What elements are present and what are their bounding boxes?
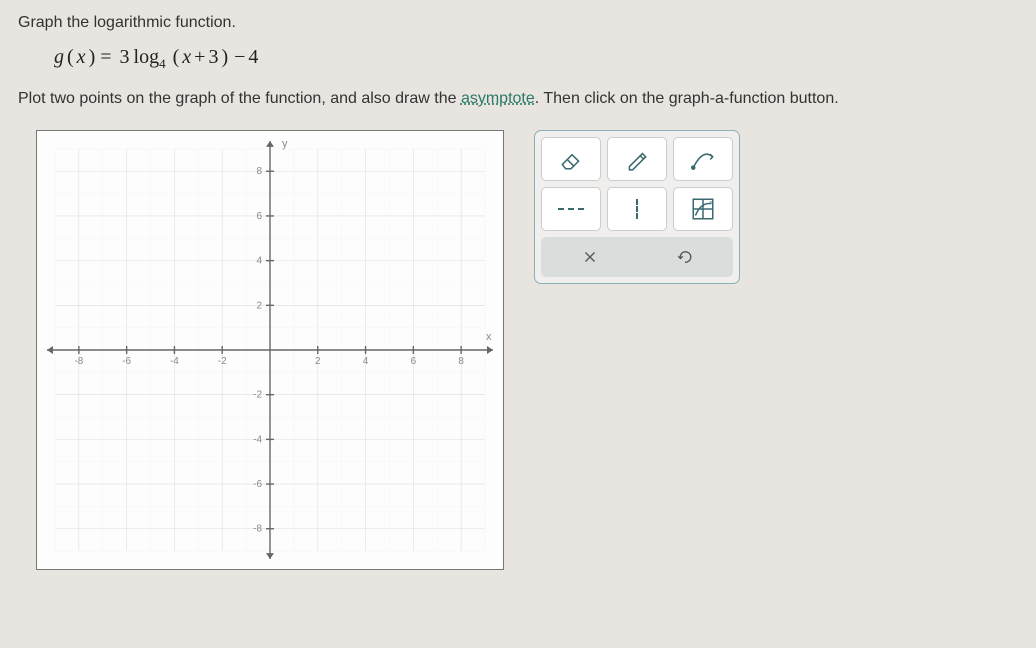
svg-text:-2: -2 bbox=[218, 356, 227, 367]
graph-a-function-button[interactable]: x bbox=[673, 187, 733, 231]
tool-palette: x bbox=[534, 130, 740, 284]
svg-text:2: 2 bbox=[257, 300, 263, 311]
svg-text:-8: -8 bbox=[74, 356, 83, 367]
dashed-horizontal-line-button[interactable] bbox=[541, 187, 601, 231]
dashed-horizontal-icon bbox=[558, 208, 584, 210]
svg-text:-2: -2 bbox=[253, 390, 262, 401]
svg-text:6: 6 bbox=[257, 211, 263, 222]
svg-text:6: 6 bbox=[411, 356, 417, 367]
dashed-vertical-line-button[interactable] bbox=[607, 187, 667, 231]
undo-icon bbox=[676, 248, 694, 266]
svg-text:-4: -4 bbox=[253, 434, 262, 445]
svg-text:-6: -6 bbox=[253, 479, 262, 490]
curve-tool-button[interactable] bbox=[673, 137, 733, 181]
svg-text:8: 8 bbox=[257, 166, 263, 177]
svg-text:2: 2 bbox=[315, 356, 321, 367]
svg-text:8: 8 bbox=[458, 356, 464, 367]
curve-icon bbox=[690, 146, 716, 172]
pencil-tool-button[interactable] bbox=[607, 137, 667, 181]
svg-text:-4: -4 bbox=[170, 356, 179, 367]
clear-button[interactable] bbox=[545, 241, 634, 273]
svg-text:y: y bbox=[282, 138, 288, 150]
graph-canvas[interactable]: -8 -6 -4 -2 2 4 6 8 8 6 4 2 -2 -4 -6 -8 y x bbox=[36, 130, 504, 570]
formula-coef: 3 bbox=[120, 46, 130, 68]
svg-text:x: x bbox=[486, 331, 492, 343]
asymptote-link[interactable]: asymptote bbox=[461, 90, 535, 107]
graph-function-icon: x bbox=[690, 196, 716, 222]
instruction-line-1: Graph the logarithmic function. bbox=[18, 14, 1018, 32]
svg-text:-6: -6 bbox=[122, 356, 131, 367]
formula-var: x bbox=[77, 46, 86, 68]
svg-text:-8: -8 bbox=[253, 524, 262, 535]
formula-log: log bbox=[134, 46, 160, 68]
svg-text:4: 4 bbox=[257, 256, 263, 267]
eraser-icon bbox=[558, 146, 584, 172]
dashed-vertical-icon bbox=[636, 199, 638, 219]
formula-base: 4 bbox=[159, 56, 166, 71]
undo-button[interactable] bbox=[640, 241, 729, 273]
formula-fn: g bbox=[54, 46, 64, 68]
pencil-icon bbox=[624, 146, 650, 172]
instruction-line-2: Plot two points on the graph of the func… bbox=[18, 90, 1018, 108]
svg-text:4: 4 bbox=[363, 356, 369, 367]
close-icon bbox=[581, 248, 599, 266]
eraser-tool-button[interactable] bbox=[541, 137, 601, 181]
function-formula: g(x) = 3 log4 (x+3)−4 bbox=[54, 46, 1018, 72]
